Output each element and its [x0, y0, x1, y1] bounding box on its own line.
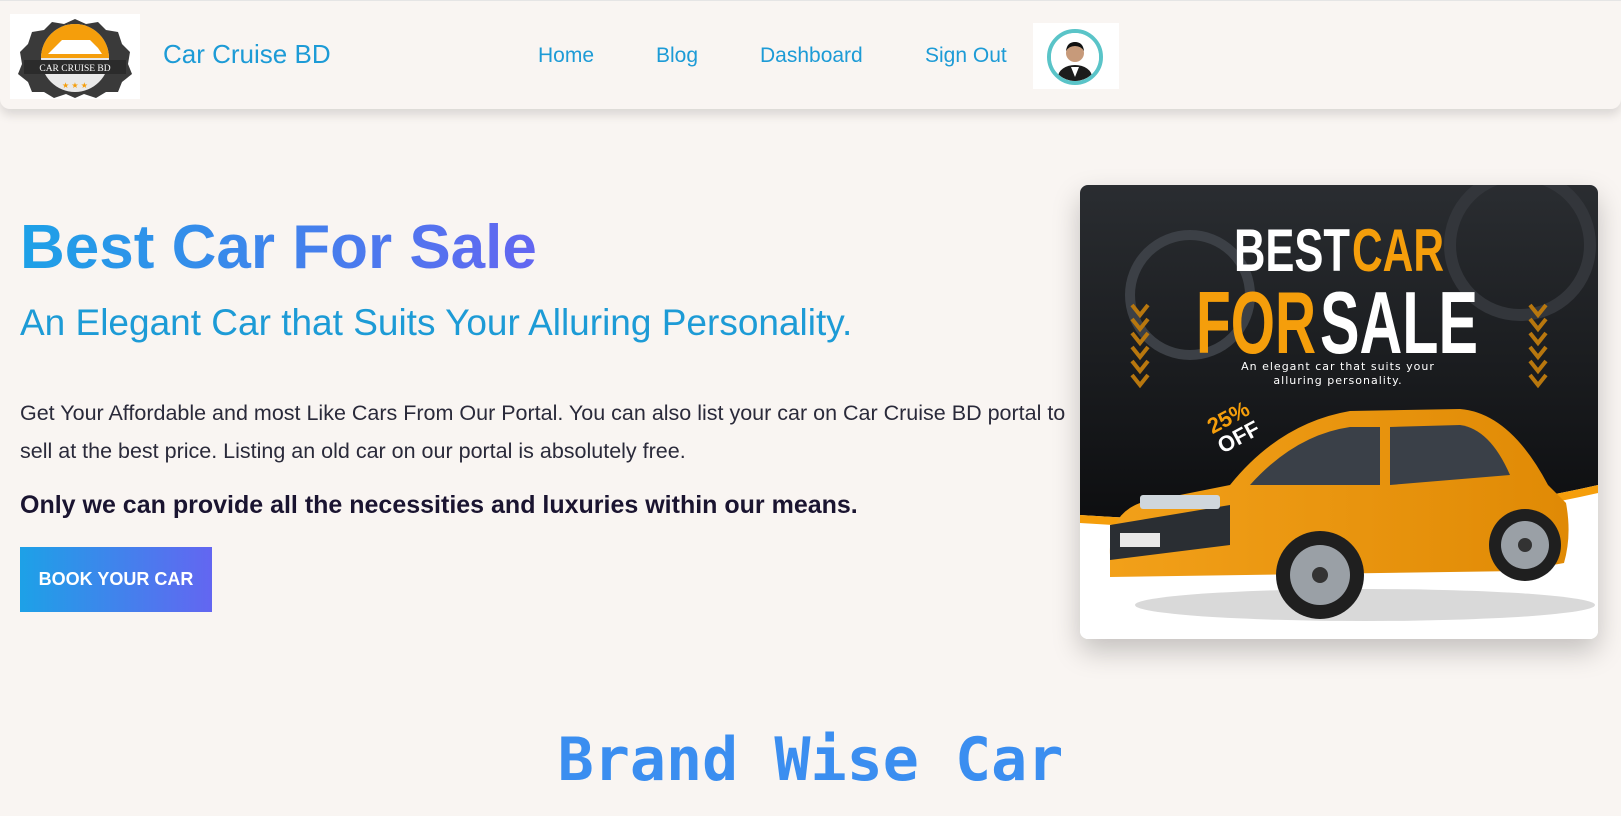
hero-subtitle: An Elegant Car that Suits Your Alluring …	[20, 302, 853, 343]
nav-blog[interactable]: Blog	[656, 44, 698, 68]
hero-description: Get Your Affordable and most Like Cars F…	[20, 401, 1066, 463]
hero-tagline: Only we can provide all the necessities …	[20, 491, 858, 519]
navbar: CAR CRUISE BD ★ ★ ★ Car Cruise BD Home B…	[0, 0, 1621, 109]
site-logo[interactable]: CAR CRUISE BD ★ ★ ★	[10, 14, 140, 99]
nav-dashboard[interactable]: Dashboard	[760, 44, 863, 68]
logo-badge-icon: CAR CRUISE BD ★ ★ ★	[18, 19, 132, 98]
hero-title: Best Car For Sale	[20, 213, 537, 282]
brand-name[interactable]: Car Cruise BD	[163, 39, 331, 70]
promo-caption-2: alluring personality.	[1273, 374, 1402, 387]
promo-headline-sale: SALE	[1320, 273, 1478, 372]
logo-text: CAR CRUISE BD	[39, 64, 110, 74]
book-your-car-button[interactable]: BOOK YOUR CAR	[20, 547, 212, 612]
avatar[interactable]	[1033, 23, 1119, 89]
section-title-brand-wise-car: Brand Wise Car	[557, 725, 1064, 795]
promo-banner-image: BEST CAR FOR SALE An elegant car that su…	[1080, 185, 1598, 639]
nav-sign-out[interactable]: Sign Out	[925, 44, 1007, 68]
promo-caption-1: An elegant car that suits your	[1241, 360, 1435, 373]
svg-text:★ ★ ★: ★ ★ ★	[62, 81, 88, 90]
promo-headline-for: FOR	[1196, 273, 1316, 372]
user-avatar-icon	[1047, 29, 1103, 85]
nav-home[interactable]: Home	[538, 44, 594, 68]
